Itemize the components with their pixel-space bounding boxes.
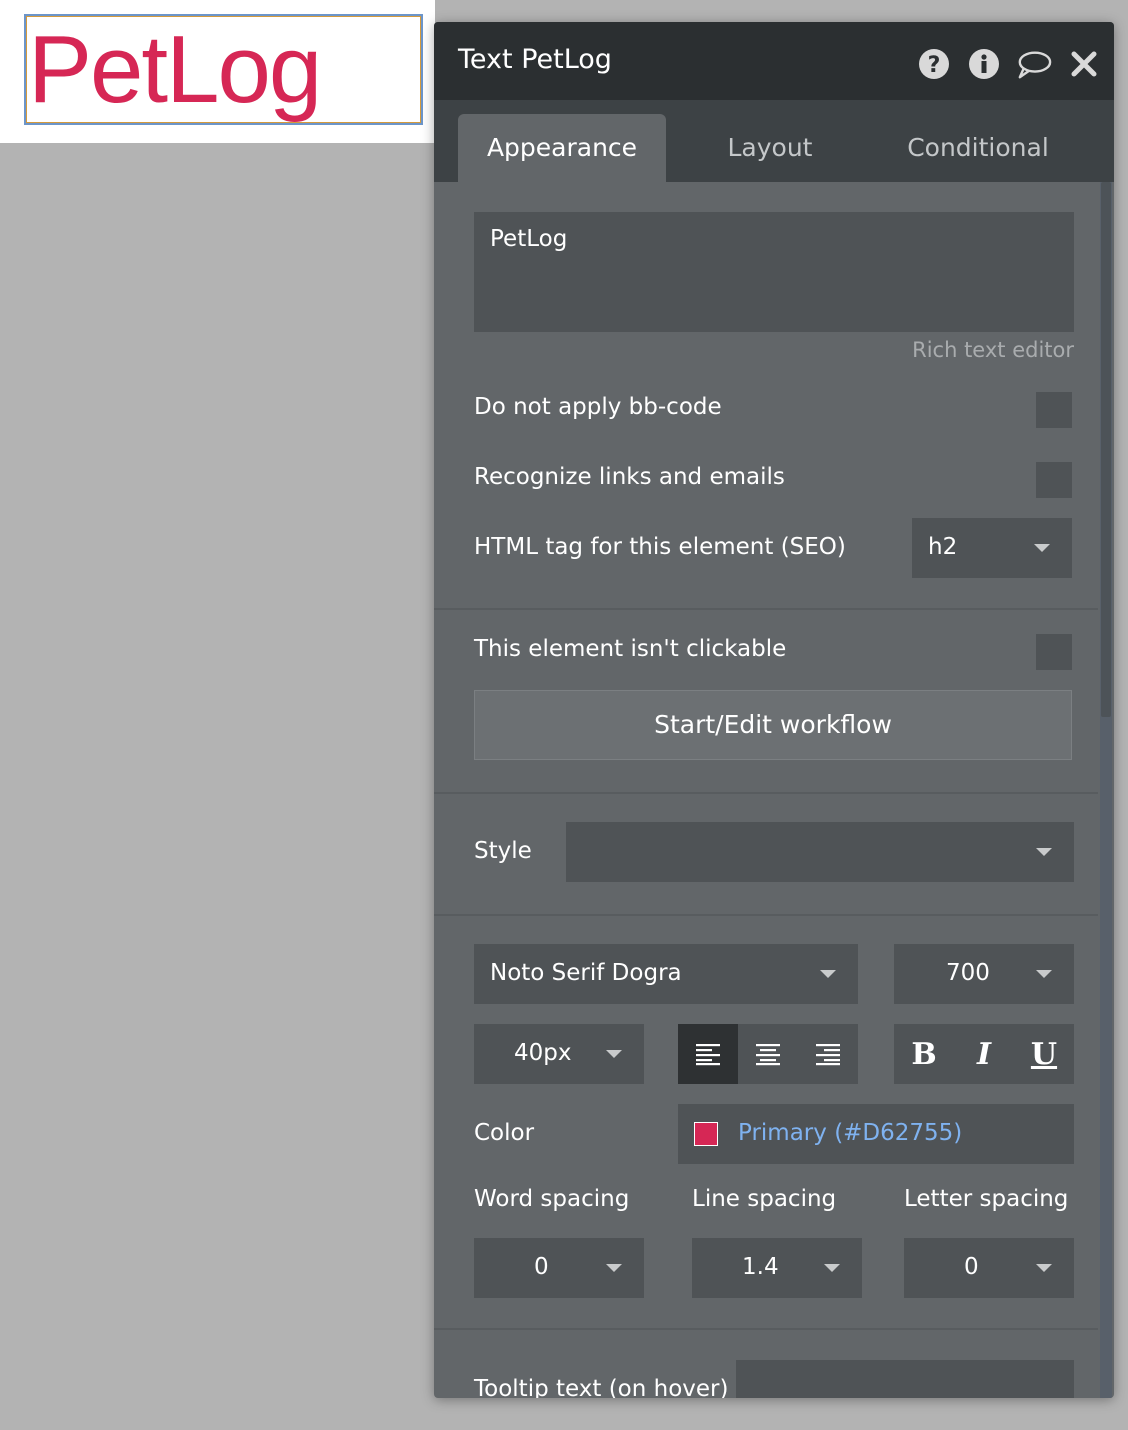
tab-conditional[interactable]: Conditional xyxy=(874,114,1082,182)
tab-layout[interactable]: Layout xyxy=(666,114,874,182)
text-content-input[interactable]: PetLog xyxy=(474,212,1074,332)
color-picker-field[interactable]: Primary (#D62755) xyxy=(678,1104,1074,1164)
bbcode-checkbox[interactable] xyxy=(1036,392,1072,428)
chevron-down-icon xyxy=(820,970,836,978)
color-label: Color xyxy=(474,1120,535,1146)
tabs-bar: Appearance Layout Conditional xyxy=(434,100,1114,182)
svg-text:?: ? xyxy=(928,53,941,78)
property-editor-panel: Text PetLog ? Appearance Layout Conditio… xyxy=(434,22,1114,1398)
letter-spacing-label: Letter spacing xyxy=(904,1186,1069,1212)
font-size-dropdown[interactable]: 40px xyxy=(474,1024,644,1084)
text-format-group: B I U xyxy=(894,1024,1074,1084)
align-right-icon xyxy=(816,1044,840,1066)
line-spacing-dropdown[interactable]: 1.4 xyxy=(692,1238,862,1298)
rich-text-editor-link[interactable]: Rich text editor xyxy=(912,338,1074,362)
section-divider xyxy=(434,792,1098,794)
section-divider xyxy=(434,914,1098,916)
align-center-button[interactable] xyxy=(738,1024,798,1084)
chevron-down-icon xyxy=(1036,1264,1052,1272)
word-spacing-dropdown[interactable]: 0 xyxy=(474,1238,644,1298)
info-icon[interactable] xyxy=(966,46,1002,82)
recognize-links-label: Recognize links and emails xyxy=(474,464,785,490)
not-clickable-checkbox[interactable] xyxy=(1036,634,1072,670)
style-label: Style xyxy=(474,838,532,864)
underline-button[interactable]: U xyxy=(1014,1024,1074,1084)
text-alignment-group xyxy=(678,1024,858,1084)
selected-text-element[interactable]: PetLog xyxy=(24,14,423,125)
html-tag-value: h2 xyxy=(928,534,958,560)
section-divider xyxy=(434,1328,1098,1330)
font-weight-dropdown[interactable]: 700 xyxy=(894,944,1074,1004)
html-tag-label: HTML tag for this element (SEO) xyxy=(474,534,846,560)
chevron-down-icon xyxy=(606,1264,622,1272)
bbcode-label: Do not apply bb-code xyxy=(474,394,722,420)
canvas-area: PetLog xyxy=(0,0,435,143)
word-spacing-value: 0 xyxy=(534,1254,549,1280)
scrollbar-thumb[interactable] xyxy=(1101,182,1111,717)
html-tag-dropdown[interactable]: h2 xyxy=(912,518,1072,578)
comment-icon[interactable] xyxy=(1016,46,1052,82)
word-spacing-label: Word spacing xyxy=(474,1186,630,1212)
panel-title: Text PetLog xyxy=(458,44,612,75)
font-family-value: Noto Serif Dogra xyxy=(490,960,682,986)
line-spacing-value: 1.4 xyxy=(742,1254,779,1280)
letter-spacing-dropdown[interactable]: 0 xyxy=(904,1238,1074,1298)
chevron-down-icon xyxy=(1034,544,1050,552)
section-divider xyxy=(434,608,1098,610)
align-right-button[interactable] xyxy=(798,1024,858,1084)
align-left-button[interactable] xyxy=(678,1024,738,1084)
letter-spacing-value: 0 xyxy=(964,1254,979,1280)
color-value: Primary (#D62755) xyxy=(738,1120,963,1146)
bold-button[interactable]: B xyxy=(894,1024,954,1084)
panel-content: PetLog Rich text editor Do not apply bb-… xyxy=(434,182,1098,1398)
align-left-icon xyxy=(696,1044,720,1066)
tooltip-input[interactable] xyxy=(736,1360,1074,1398)
canvas-text-content: PetLog xyxy=(28,16,322,123)
help-icon[interactable]: ? xyxy=(916,46,952,82)
line-spacing-label: Line spacing xyxy=(692,1186,837,1212)
font-size-value: 40px xyxy=(514,1040,572,1066)
start-edit-workflow-button[interactable]: Start/Edit workflow xyxy=(474,690,1072,760)
font-weight-value: 700 xyxy=(946,960,990,986)
align-center-icon xyxy=(756,1044,780,1066)
italic-button[interactable]: I xyxy=(954,1024,1014,1084)
recognize-links-checkbox[interactable] xyxy=(1036,462,1072,498)
not-clickable-label: This element isn't clickable xyxy=(474,636,787,662)
panel-header: Text PetLog ? xyxy=(434,22,1114,100)
color-swatch[interactable] xyxy=(694,1122,718,1146)
chevron-down-icon xyxy=(606,1050,622,1058)
tooltip-label: Tooltip text (on hover) xyxy=(474,1376,729,1398)
chevron-down-icon xyxy=(1036,848,1052,856)
header-icons: ? xyxy=(916,46,1102,82)
chevron-down-icon xyxy=(1036,970,1052,978)
font-family-dropdown[interactable]: Noto Serif Dogra xyxy=(474,944,858,1004)
tab-appearance[interactable]: Appearance xyxy=(458,114,666,182)
close-icon[interactable] xyxy=(1066,46,1102,82)
style-dropdown[interactable] xyxy=(566,822,1074,882)
chevron-down-icon xyxy=(824,1264,840,1272)
